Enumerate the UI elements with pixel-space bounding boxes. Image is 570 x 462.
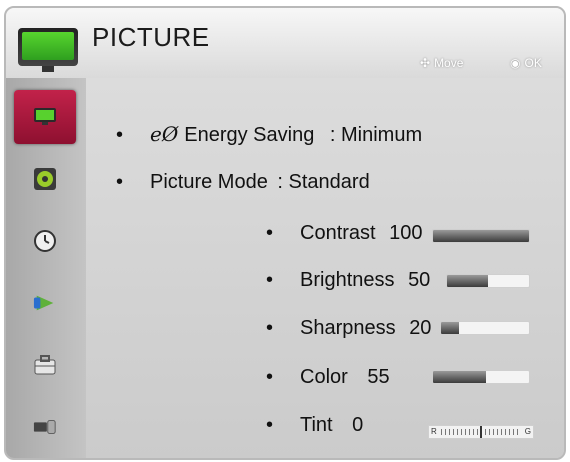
contrast-label: Contrast bbox=[300, 222, 376, 244]
tv-icon bbox=[18, 28, 78, 72]
tint-label: Tint bbox=[300, 414, 333, 436]
tint-green-label: G bbox=[524, 427, 531, 436]
brightness-slider-fill bbox=[447, 275, 488, 287]
brightness-slider[interactable] bbox=[446, 274, 530, 288]
move-hint: ✣ Move bbox=[420, 56, 463, 70]
network-icon bbox=[33, 291, 57, 315]
sharpness-slider-fill bbox=[441, 322, 459, 334]
list-bullet: • bbox=[266, 414, 274, 436]
sidebar-item-time[interactable] bbox=[14, 214, 76, 268]
contrast-value: 100 bbox=[389, 222, 423, 244]
time-icon bbox=[33, 229, 57, 253]
audio-icon bbox=[33, 167, 57, 191]
sidebar-item-picture[interactable] bbox=[14, 90, 76, 144]
page-title: PICTURE bbox=[92, 22, 210, 52]
tint-row[interactable]: • Tint 0 bbox=[266, 414, 363, 437]
contrast-slider[interactable] bbox=[432, 229, 530, 243]
input-icon bbox=[33, 415, 57, 439]
option-icon bbox=[33, 353, 57, 377]
picture-mode-sep: : bbox=[277, 171, 283, 193]
move-icon: ✣ bbox=[420, 56, 431, 70]
sharpness-slider[interactable] bbox=[440, 321, 530, 335]
color-value: 55 bbox=[367, 366, 390, 388]
tint-red-label: R bbox=[431, 427, 437, 436]
sidebar-item-audio[interactable] bbox=[14, 152, 76, 206]
sharpness-row[interactable]: • Sharpness 20 bbox=[266, 317, 431, 340]
picture-mode-row[interactable]: • Picture Mode : Standard bbox=[116, 171, 370, 194]
list-bullet: • bbox=[266, 317, 274, 339]
list-bullet: • bbox=[116, 171, 124, 193]
tint-slider-marker bbox=[480, 426, 482, 438]
energy-saving-value: Minimum bbox=[341, 124, 423, 146]
category-sidebar bbox=[6, 78, 86, 458]
contrast-slider-fill bbox=[433, 230, 529, 242]
color-row[interactable]: • Color 55 bbox=[266, 366, 390, 389]
brightness-row[interactable]: • Brightness 50 bbox=[266, 269, 430, 292]
ok-icon: ◉ bbox=[510, 56, 521, 70]
energy-saving-row[interactable]: • eØ Energy Saving : Minimum bbox=[116, 122, 422, 147]
sidebar-item-input[interactable] bbox=[14, 400, 76, 454]
energy-saving-label: Energy Saving bbox=[184, 124, 315, 146]
picture-mode-label: Picture Mode bbox=[150, 171, 268, 193]
menu-header: PICTURE ✣ Move ◉ OK bbox=[6, 8, 564, 78]
contrast-row[interactable]: • Contrast 100 bbox=[266, 222, 423, 245]
color-slider[interactable] bbox=[432, 370, 530, 384]
list-bullet: • bbox=[116, 124, 124, 146]
ok-hint: ◉ OK bbox=[510, 56, 542, 70]
energy-saving-sep: : bbox=[329, 124, 336, 146]
ok-hint-label: OK bbox=[524, 56, 542, 70]
tint-value: 0 bbox=[352, 414, 364, 436]
list-bullet: • bbox=[266, 222, 274, 244]
color-label: Color bbox=[300, 366, 348, 388]
brightness-label: Brightness bbox=[300, 269, 395, 291]
sidebar-item-option[interactable] bbox=[14, 338, 76, 392]
color-slider-fill bbox=[433, 371, 486, 383]
sharpness-label: Sharpness bbox=[300, 317, 396, 339]
picture-mode-value: Standard bbox=[288, 171, 370, 193]
brightness-value: 50 bbox=[408, 269, 431, 291]
picture-icon bbox=[33, 105, 57, 129]
tint-slider[interactable]: R G bbox=[428, 425, 534, 439]
energy-saving-icon: eØ bbox=[150, 122, 179, 146]
list-bullet: • bbox=[266, 269, 274, 291]
sharpness-value: 20 bbox=[409, 317, 432, 339]
list-bullet: • bbox=[266, 366, 274, 388]
move-hint-label: Move bbox=[434, 56, 464, 70]
sidebar-item-network[interactable] bbox=[14, 276, 76, 330]
